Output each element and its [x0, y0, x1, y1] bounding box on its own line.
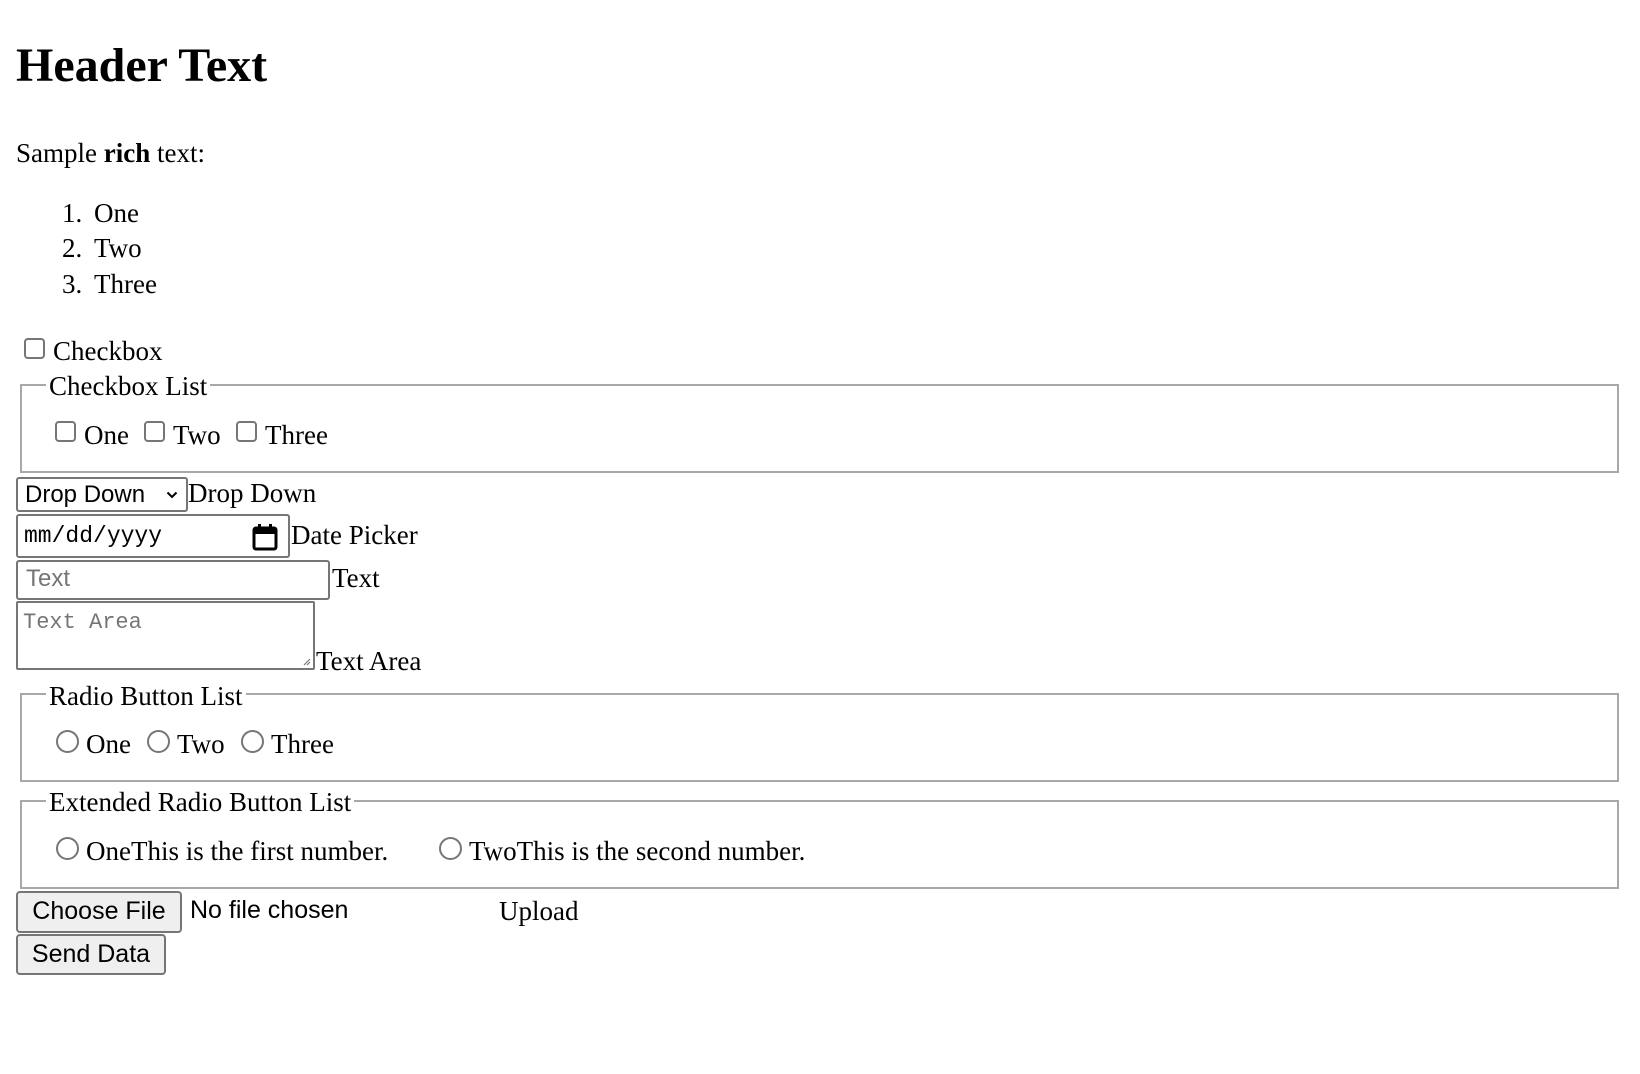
list-item: 2. Two	[62, 232, 142, 264]
rich-text-prefix: Sample	[16, 138, 104, 168]
list-item-number: 2.	[62, 233, 83, 263]
choose-file-button[interactable]: Choose File	[16, 891, 182, 933]
radio-list-three[interactable]	[241, 730, 264, 753]
text-input[interactable]: Text	[16, 560, 330, 600]
checkbox-list-legend: Checkbox List	[46, 370, 211, 402]
rich-text-suffix: text:	[150, 138, 205, 168]
extended-radio-item[interactable]: TwoThis is the second number.	[469, 835, 805, 867]
list-item-label: Two	[94, 233, 142, 263]
text-area-placeholder: Text Area	[23, 610, 142, 635]
dropdown-label: Drop Down	[188, 478, 317, 508]
checkbox-label[interactable]: Checkbox	[53, 335, 162, 367]
list-item: 3. Three	[62, 268, 157, 300]
resize-grip-icon[interactable]	[302, 657, 311, 666]
extended-radio-two[interactable]	[439, 837, 462, 860]
date-picker-placeholder: mm/dd/yyyy	[24, 523, 163, 549]
extended-radio-label: Two	[469, 836, 517, 866]
extended-radio-one[interactable]	[56, 837, 79, 860]
list-item-number: 3.	[62, 269, 83, 299]
checkbox-list-two[interactable]	[144, 421, 165, 442]
chevron-down-icon	[166, 491, 178, 499]
list-item-label: Three	[94, 269, 157, 299]
list-item-number: 1.	[62, 198, 83, 228]
radio-list-two[interactable]	[147, 730, 170, 753]
date-picker-label: Date Picker	[291, 520, 418, 550]
page-title: Header Text	[16, 39, 268, 92]
upload-label: Upload	[499, 896, 579, 926]
text-input-placeholder: Text	[26, 565, 71, 592]
radio-list-label[interactable]: One	[86, 728, 131, 760]
extended-radio-description: This is the second number.	[516, 836, 806, 866]
dropdown-select[interactable]: Drop Down	[16, 477, 188, 512]
checkbox-list-label[interactable]: Two	[173, 419, 221, 451]
checkbox-list-label[interactable]: One	[84, 419, 129, 451]
rich-text-bold: rich	[103, 138, 151, 168]
list-item: 1. One	[62, 197, 139, 229]
radio-list-label[interactable]: Three	[271, 728, 334, 760]
checkbox-list-fieldset	[20, 384, 1619, 473]
extended-radio-item[interactable]: OneThis is the first number.	[86, 835, 388, 867]
radio-list-one[interactable]	[56, 730, 79, 753]
text-area[interactable]: Text Area	[16, 601, 315, 670]
extended-radio-label: One	[86, 836, 131, 866]
checkbox-list-three[interactable]	[236, 421, 257, 442]
checkbox-list-label[interactable]: Three	[265, 419, 328, 451]
checkbox-list-one[interactable]	[55, 421, 76, 442]
send-data-button[interactable]: Send Data	[16, 934, 166, 975]
rich-text-paragraph: Sample rich text:	[16, 137, 205, 169]
radio-list-legend: Radio Button List	[46, 680, 246, 712]
extended-radio-list-legend: Extended Radio Button List	[46, 786, 355, 818]
text-input-label: Text	[332, 563, 380, 593]
calendar-icon[interactable]	[252, 523, 278, 551]
radio-list-label[interactable]: Two	[177, 728, 225, 760]
date-picker-input[interactable]: mm/dd/yyyy	[16, 514, 290, 558]
checkbox[interactable]	[24, 338, 45, 359]
list-item-label: One	[94, 198, 139, 228]
file-status-text: No file chosen	[190, 896, 349, 924]
dropdown-selected-value: Drop Down	[25, 481, 146, 508]
text-area-label: Text Area	[316, 646, 422, 676]
extended-radio-description: This is the first number.	[130, 836, 389, 866]
